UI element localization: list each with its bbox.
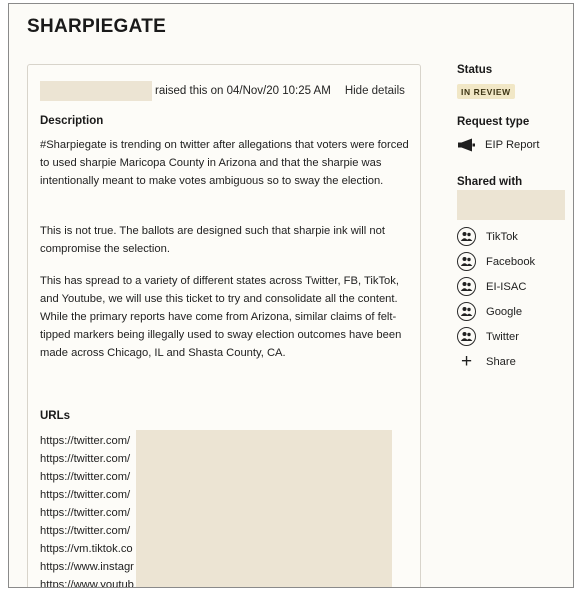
redacted-url-block [136,430,392,587]
shared-with-list: TikTok Facebook EI-ISAC Google Twitter +… [457,224,535,374]
status-heading: Status [457,64,493,76]
redacted-shared-user [457,190,565,220]
shared-with-item[interactable]: EI-ISAC [457,274,535,299]
shared-with-item[interactable]: Facebook [457,249,535,274]
description-paragraph: This is not true. The ballots are design… [40,225,385,255]
request-type-heading: Request type [457,116,530,128]
group-icon [457,252,476,271]
raised-by-row: raised this on 04/Nov/20 10:25 AM Hide d… [40,81,408,101]
group-icon [457,227,476,246]
request-type-value: EIP Report [457,138,540,152]
shared-with-label: Google [486,305,523,318]
shared-with-label: TikTok [486,230,518,243]
description-paragraph: #Sharpiegate is trending on twitter afte… [40,139,409,187]
urls-heading: URLs [40,410,71,422]
request-type-label: EIP Report [485,139,540,151]
shared-with-item[interactable]: TikTok [457,224,535,249]
group-icon [457,327,476,346]
shared-with-label: Facebook [486,255,536,268]
shared-with-label: Twitter [486,330,519,343]
megaphone-icon [458,138,475,152]
plus-icon: + [460,351,473,372]
ticket-card: raised this on 04/Nov/20 10:25 AM Hide d… [27,64,421,587]
shared-with-label: EI-ISAC [486,280,527,293]
description-paragraph: This has spread to a variety of differen… [40,275,402,359]
redacted-reporter-name [40,81,152,101]
group-icon [457,277,476,296]
shared-with-item[interactable]: Twitter [457,324,535,349]
description-heading: Description [40,115,104,127]
hide-details-link[interactable]: Hide details [345,85,405,97]
request-page: SHARPIEGATE raised this on 04/Nov/20 10:… [8,3,574,588]
shared-with-item[interactable]: Google [457,299,535,324]
group-icon [457,302,476,321]
page-title: SHARPIEGATE [27,16,167,37]
status-badge[interactable]: IN REVIEW [457,84,515,99]
shared-with-heading: Shared with [457,176,523,188]
raised-timestamp: raised this on 04/Nov/20 10:25 AM [155,85,331,97]
share-button[interactable]: + Share [457,349,535,374]
share-label: Share [486,355,516,368]
